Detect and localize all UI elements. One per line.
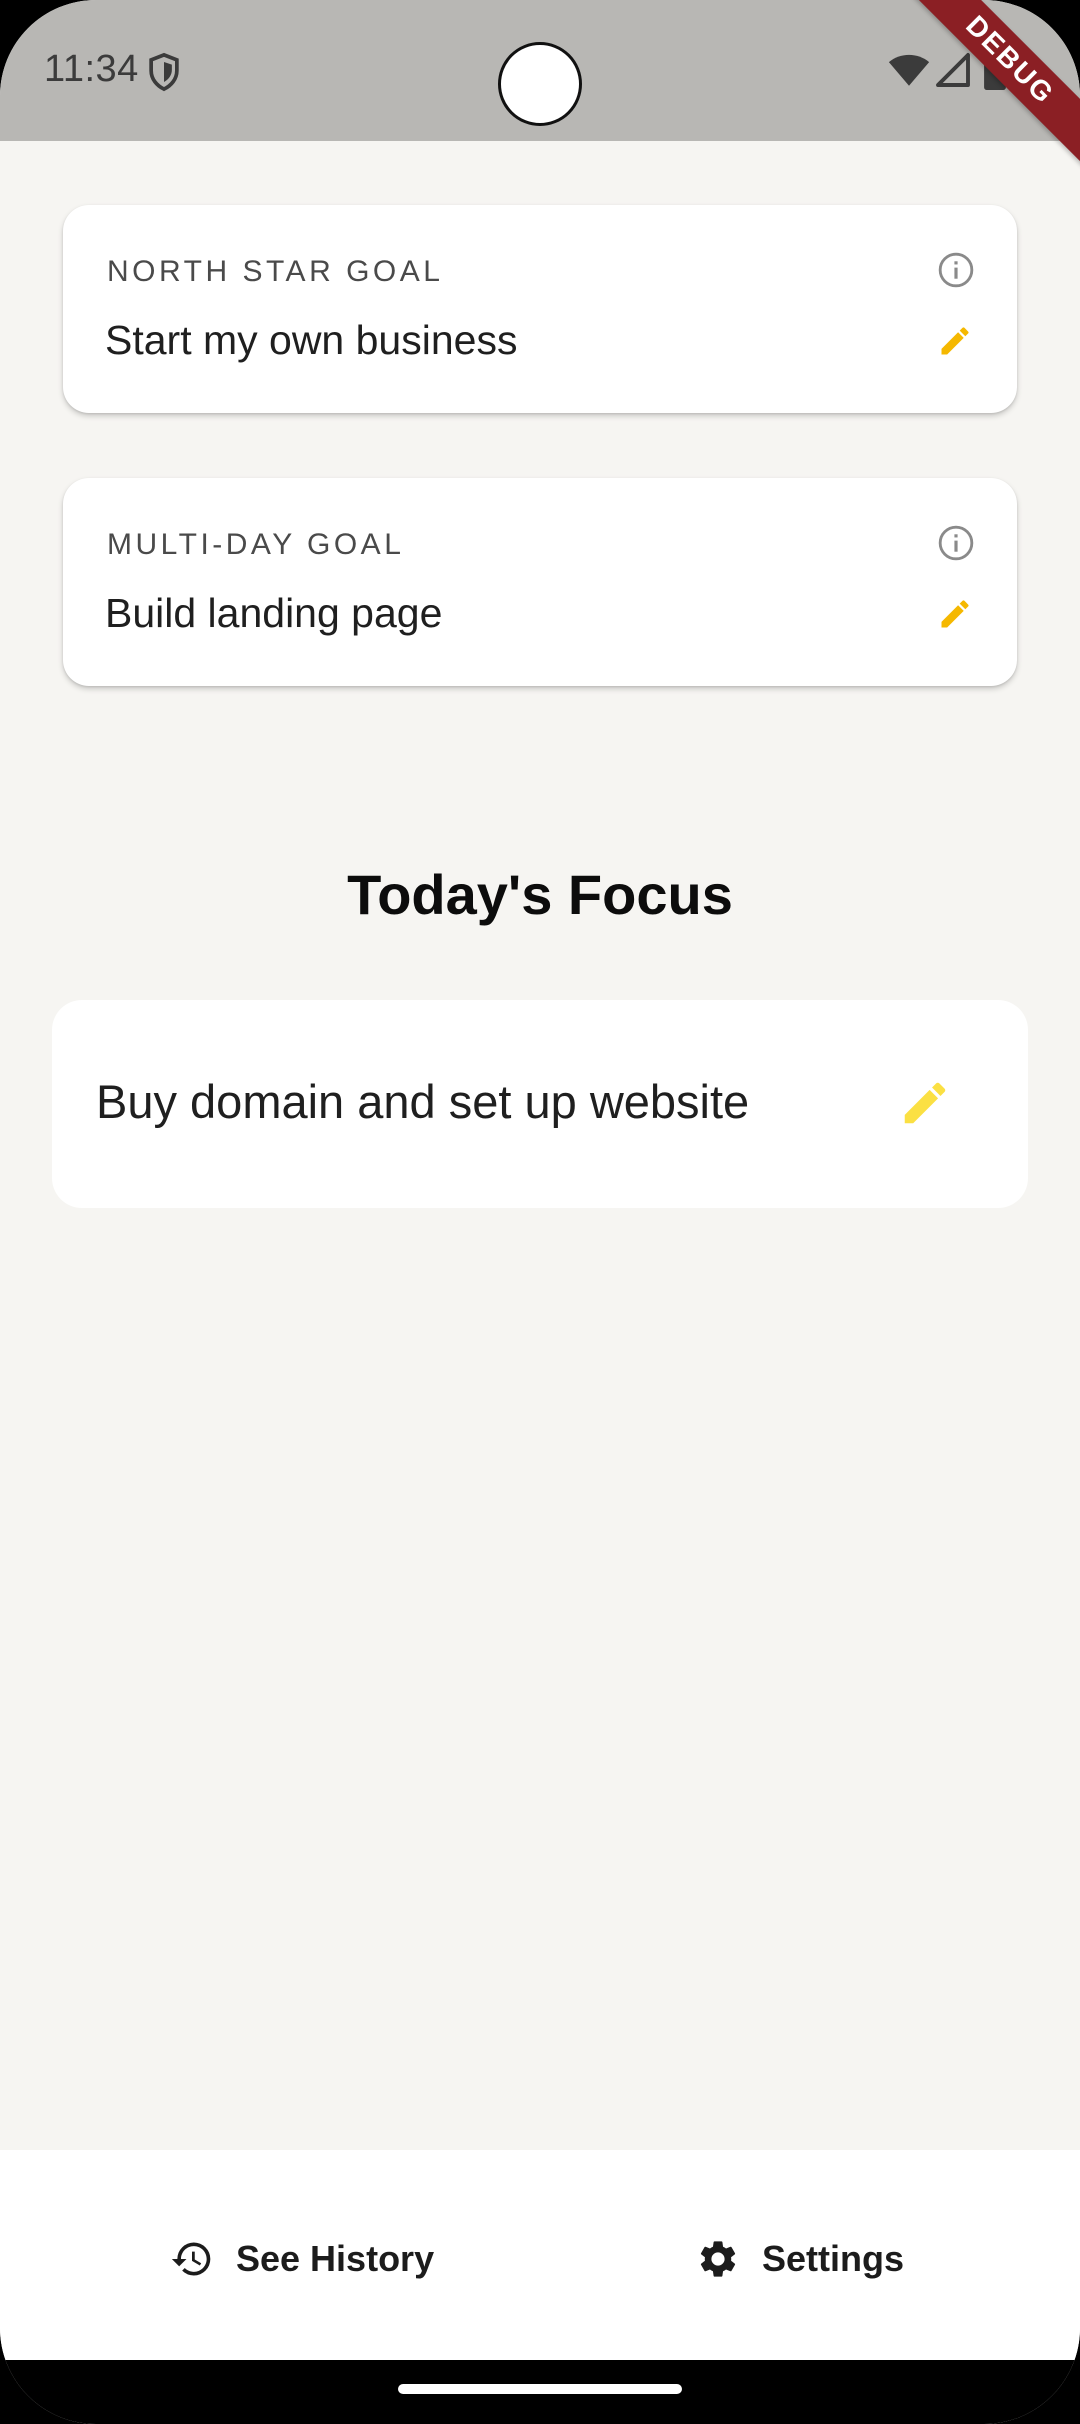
- status-bar: 11:34: [0, 0, 1080, 141]
- history-icon: [171, 2242, 211, 2276]
- north-star-goal-text: Start my own business: [105, 317, 518, 363]
- settings-label: Settings: [762, 2238, 905, 2279]
- home-indicator[interactable]: [398, 2384, 682, 2394]
- info-icon[interactable]: [937, 251, 975, 289]
- bottom-action-bar: See History Settings: [0, 2150, 1080, 2360]
- edit-focus-icon[interactable]: [898, 1076, 952, 1130]
- multi-day-goal-card[interactable]: MULTI-DAY GOAL Build landing page: [63, 478, 1017, 686]
- see-history-label: See History: [236, 2238, 435, 2279]
- status-time: 11:34: [44, 48, 139, 90]
- todays-focus-title: Today's Focus: [347, 863, 733, 926]
- app-screen: 11:34 DEBUG NORTH STAR GOAL Start my own…: [0, 0, 1080, 2424]
- info-icon[interactable]: [937, 524, 975, 562]
- camera-cutout: [498, 42, 582, 126]
- focus-task-text: Buy domain and set up website: [96, 1075, 750, 1128]
- multi-day-goal-label: MULTI-DAY GOAL: [107, 528, 405, 561]
- shield-icon: [149, 52, 179, 92]
- north-star-goal-card[interactable]: NORTH STAR GOAL Start my own business: [63, 205, 1017, 413]
- cell-signal-icon: [936, 53, 970, 87]
- north-star-goal-label: NORTH STAR GOAL: [107, 255, 444, 288]
- edit-north-star-icon[interactable]: [937, 323, 973, 359]
- todays-focus-card[interactable]: Buy domain and set up website: [52, 1000, 1028, 1208]
- edit-multi-day-icon[interactable]: [937, 596, 973, 632]
- settings-button[interactable]: Settings: [696, 2234, 904, 2284]
- gear-icon: [700, 2241, 736, 2277]
- wifi-icon: [888, 54, 930, 86]
- multi-day-goal-text: Build landing page: [105, 590, 443, 636]
- see-history-button[interactable]: See History: [170, 2234, 434, 2284]
